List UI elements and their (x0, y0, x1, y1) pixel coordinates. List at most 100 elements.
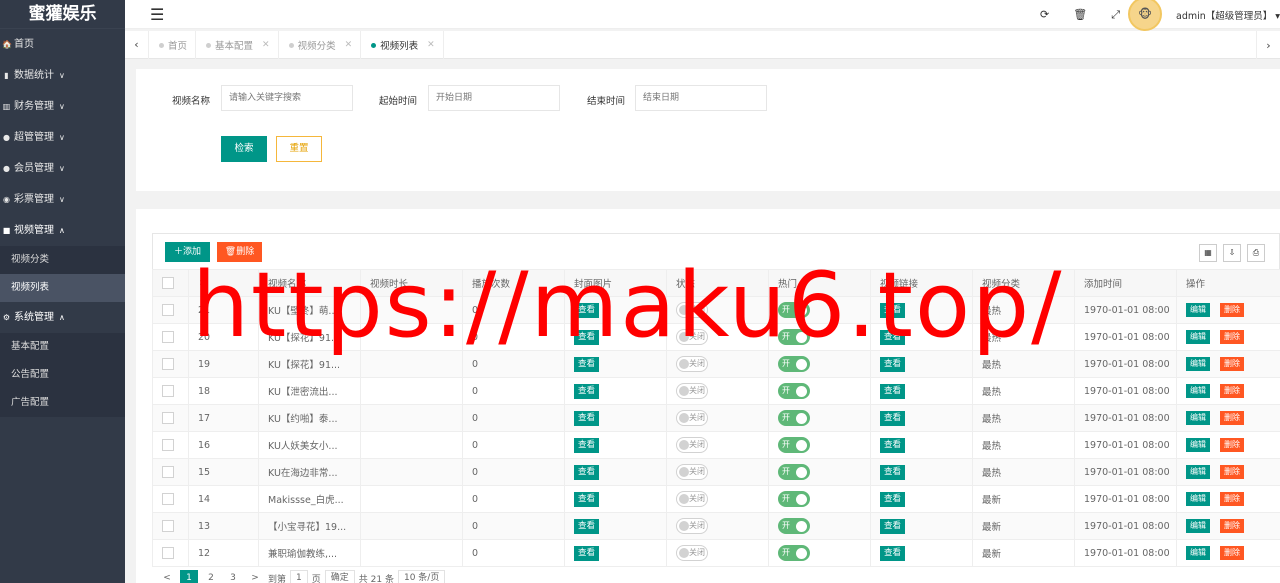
delete-button[interactable]: 删除 (1220, 438, 1244, 452)
row-checkbox[interactable] (162, 520, 174, 532)
row-checkbox[interactable] (162, 466, 174, 478)
view-cover-button[interactable]: 查看 (574, 302, 600, 318)
start-date-input[interactable]: 开始日期 (428, 85, 560, 111)
status-toggle[interactable]: 关闭 (676, 545, 708, 561)
view-link-button[interactable]: 查看 (880, 410, 906, 426)
view-cover-button[interactable]: 查看 (574, 410, 600, 426)
add-button[interactable]: ＋添加 (165, 242, 210, 262)
status-toggle[interactable]: 关闭 (676, 437, 708, 453)
view-link-button[interactable]: 查看 (880, 383, 906, 399)
view-link-button[interactable]: 查看 (880, 437, 906, 453)
status-toggle[interactable]: 关闭 (676, 329, 708, 345)
tab-0[interactable]: 首页 (149, 30, 197, 59)
hot-toggle[interactable]: 开 (778, 410, 810, 426)
view-cover-button[interactable]: 查看 (574, 464, 600, 480)
view-link-button[interactable]: 查看 (880, 545, 906, 561)
row-checkbox[interactable] (162, 358, 174, 370)
hot-toggle[interactable]: 开 (778, 464, 810, 480)
sidebar-item[interactable]: ▥ 财务管理 ∨ (0, 91, 125, 122)
sidebar-subitem[interactable]: 基本配置 (0, 333, 125, 361)
trash-icon[interactable]: 🗑 (1073, 8, 1087, 21)
view-link-button[interactable]: 查看 (880, 302, 906, 318)
column-header[interactable]: ⇕ (188, 269, 259, 297)
status-toggle[interactable]: 关闭 (676, 491, 708, 507)
pager-next-button[interactable]: > (246, 570, 264, 583)
row-checkbox[interactable] (162, 385, 174, 397)
export-icon[interactable]: ⇩ (1223, 244, 1241, 262)
pager-page-button[interactable]: 1 (180, 570, 198, 583)
sidebar-item[interactable]: ■ 视频管理 ∧ (0, 215, 125, 246)
view-link-button[interactable]: 查看 (880, 464, 906, 480)
view-cover-button[interactable]: 查看 (574, 329, 600, 345)
sidebar-subitem[interactable]: 公告配置 (0, 361, 125, 389)
end-date-input[interactable]: 结束日期 (635, 85, 767, 111)
hot-toggle[interactable]: 开 (778, 356, 810, 372)
hot-toggle[interactable]: 开 (778, 329, 810, 345)
select-all-checkbox[interactable] (162, 277, 174, 289)
tab-2[interactable]: 视频分类 ✕ (279, 30, 362, 59)
search-button[interactable]: 检索 (221, 136, 267, 162)
row-checkbox[interactable] (162, 547, 174, 559)
row-checkbox[interactable] (162, 412, 174, 424)
status-toggle[interactable]: 关闭 (676, 302, 708, 318)
view-link-button[interactable]: 查看 (880, 329, 906, 345)
status-toggle[interactable]: 关闭 (676, 410, 708, 426)
delete-button[interactable]: 删除 (1220, 384, 1244, 398)
pager-prev-button[interactable]: < (158, 570, 176, 583)
row-checkbox[interactable] (162, 493, 174, 505)
pager-page-input[interactable]: 1 (290, 570, 308, 583)
delete-button[interactable]: 删除 (1220, 411, 1244, 425)
view-cover-button[interactable]: 查看 (574, 545, 600, 561)
edit-button[interactable]: 编辑 (1186, 357, 1210, 371)
row-checkbox[interactable] (162, 439, 174, 451)
tab-prev-icon[interactable]: ‹ (125, 30, 149, 59)
refresh-icon[interactable]: ⟳ (1040, 8, 1049, 21)
sidebar-item[interactable]: ◉ 彩票管理 ∨ (0, 184, 125, 215)
edit-button[interactable]: 编辑 (1186, 384, 1210, 398)
sidebar-subitem[interactable]: 视频列表 (0, 274, 125, 302)
columns-icon[interactable]: ▦ (1199, 244, 1217, 262)
sidebar-item-system[interactable]: ⚙ 系统管理 ∧ (0, 302, 125, 333)
close-icon[interactable]: ✕ (427, 40, 435, 50)
edit-button[interactable]: 编辑 (1186, 330, 1210, 344)
edit-button[interactable]: 编辑 (1186, 546, 1210, 560)
hot-toggle[interactable]: 开 (778, 545, 810, 561)
delete-button[interactable]: 删除 (1220, 303, 1244, 317)
hot-toggle[interactable]: 开 (778, 437, 810, 453)
edit-button[interactable]: 编辑 (1186, 519, 1210, 533)
view-cover-button[interactable]: 查看 (574, 491, 600, 507)
avatar[interactable]: 🐵 (1128, 0, 1162, 31)
sidebar-subitem[interactable]: 广告配置 (0, 389, 125, 417)
status-toggle[interactable]: 关闭 (676, 464, 708, 480)
column-header[interactable] (152, 269, 189, 297)
fullscreen-icon[interactable]: ⤢ (1111, 8, 1120, 22)
delete-button[interactable]: 删除 (1220, 492, 1244, 506)
edit-button[interactable]: 编辑 (1186, 465, 1210, 479)
row-checkbox[interactable] (162, 331, 174, 343)
view-link-button[interactable]: 查看 (880, 356, 906, 372)
view-cover-button[interactable]: 查看 (574, 356, 600, 372)
pager-page-button[interactable]: 2 (202, 570, 220, 583)
delete-button[interactable]: 删除 (1220, 330, 1244, 344)
edit-button[interactable]: 编辑 (1186, 438, 1210, 452)
menu-toggle-icon[interactable]: ☰ (150, 5, 164, 24)
view-cover-button[interactable]: 查看 (574, 518, 600, 534)
delete-button[interactable]: 删除 (1220, 465, 1244, 479)
tab-1[interactable]: 基本配置 ✕ (196, 30, 279, 59)
status-toggle[interactable]: 关闭 (676, 356, 708, 372)
pager-size-select[interactable]: 10 条/页 (397, 570, 446, 583)
user-menu[interactable]: admin【超级管理员】 ▾ (1176, 8, 1280, 22)
row-checkbox[interactable] (162, 304, 174, 316)
delete-button[interactable]: 删除 (1220, 519, 1244, 533)
status-toggle[interactable]: 关闭 (676, 518, 708, 534)
pager-confirm-button[interactable]: 确定 (324, 570, 355, 583)
tab-next-icon[interactable]: › (1256, 31, 1280, 59)
view-link-button[interactable]: 查看 (880, 518, 906, 534)
hot-toggle[interactable]: 开 (778, 383, 810, 399)
hot-toggle[interactable]: 开 (778, 491, 810, 507)
edit-button[interactable]: 编辑 (1186, 303, 1210, 317)
tab-3[interactable]: 视频列表 ✕ (361, 30, 444, 59)
sidebar-item[interactable]: ● 超管管理 ∨ (0, 122, 125, 153)
batch-delete-button[interactable]: 🗑删除 (217, 242, 262, 262)
hot-toggle[interactable]: 开 (778, 518, 810, 534)
